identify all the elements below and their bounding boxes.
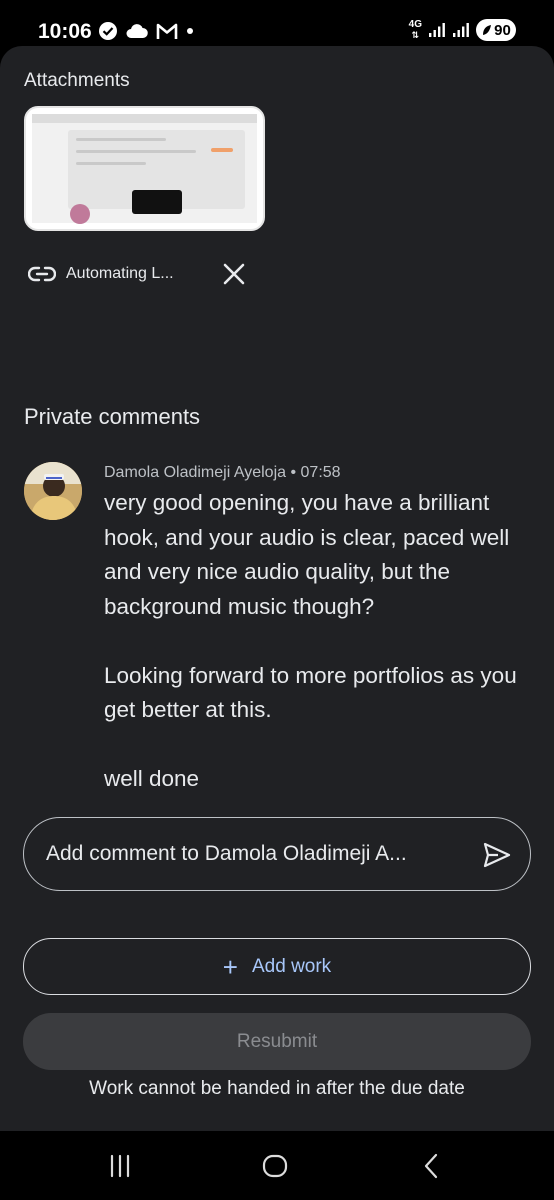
comment-paragraph: very good opening, you have a brilliant … — [104, 490, 510, 619]
comment-paragraph: Looking forward to more portfolios as yo… — [104, 662, 517, 723]
due-date-note: Work cannot be handed in after the due d… — [89, 1078, 465, 1099]
send-comment-button[interactable] — [482, 840, 512, 870]
thumbnail-preview — [32, 114, 257, 224]
status-bar: 10:06 4G ⇅ 90 — [0, 0, 554, 50]
signal-icon — [429, 23, 445, 37]
remove-attachment-button[interactable] — [220, 260, 248, 288]
battery-level: 90 — [494, 21, 511, 39]
back-icon — [424, 1153, 438, 1179]
recents-icon — [110, 1154, 130, 1178]
navigation-bar — [0, 1131, 554, 1200]
notification-icons — [98, 21, 194, 41]
gmail-icon — [156, 23, 178, 39]
meta-separator: • — [290, 464, 297, 481]
network-type-label: 4G — [408, 19, 422, 30]
home-button[interactable] — [258, 1153, 292, 1179]
comment-input-placeholder: Add comment to Damola Oladimeji A... — [46, 842, 407, 865]
private-comments-title: Private comments — [24, 404, 201, 429]
back-button[interactable] — [414, 1153, 448, 1179]
avatar-image — [24, 462, 82, 520]
comment-time: 07:58 — [300, 464, 341, 481]
link-icon — [28, 266, 56, 282]
add-work-label: Add work — [251, 955, 332, 977]
dot-icon — [187, 28, 193, 34]
system-status-icons: 4G ⇅ 90 — [409, 19, 516, 41]
bottom-sheet: Attachments Automating L... Private comm… — [0, 46, 554, 1131]
add-work-button[interactable]: + Add work — [23, 938, 531, 995]
status-time: 10:06 — [38, 20, 92, 43]
battery-saver-icon — [483, 25, 492, 35]
close-icon — [223, 263, 245, 285]
comment-meta: Damola Oladimeji Ayeloja • 07:58 — [104, 464, 341, 482]
recents-button[interactable] — [103, 1153, 137, 1179]
battery-icon: 90 — [476, 19, 516, 41]
comment-input[interactable]: Add comment to Damola Oladimeji A... — [23, 817, 531, 891]
send-icon — [483, 842, 511, 868]
avatar — [24, 462, 82, 520]
attachment-thumbnail[interactable] — [24, 106, 265, 231]
comment-paragraph: well done — [104, 766, 200, 791]
signal-icon — [453, 23, 469, 37]
attachment-link-label[interactable]: Automating L... — [66, 265, 206, 283]
cloud-icon — [126, 24, 148, 38]
comment-body: very good opening, you have a brilliant … — [104, 486, 534, 797]
attachments-title: Attachments — [24, 70, 130, 91]
home-icon — [262, 1154, 288, 1178]
check-circle-icon — [99, 22, 117, 40]
comment-author: Damola Oladimeji Ayeloja — [104, 464, 287, 481]
network-4g-icon: 4G ⇅ — [408, 19, 422, 41]
plus-icon: + — [222, 951, 238, 982]
attachment-link[interactable]: Automating L... — [28, 260, 248, 288]
resubmit-button[interactable]: Resubmit — [23, 1013, 531, 1070]
resubmit-label: Resubmit — [236, 1030, 318, 1052]
